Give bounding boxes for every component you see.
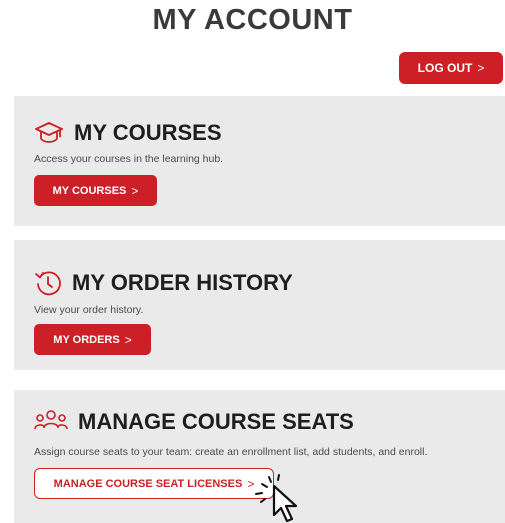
my-courses-description: Access your courses in the learning hub. bbox=[34, 153, 224, 165]
logout-button[interactable]: LOG OUT > bbox=[399, 52, 503, 84]
my-courses-card: MY COURSES Access your courses in the le… bbox=[14, 96, 505, 226]
my-courses-button[interactable]: MY COURSES > bbox=[34, 175, 157, 206]
team-people-icon bbox=[34, 409, 68, 435]
page-title: MY ACCOUNT bbox=[152, 4, 353, 36]
manage-seats-heading: MANAGE COURSE SEATS bbox=[34, 409, 354, 435]
manage-seats-description: Assign course seats to your team: create… bbox=[34, 446, 428, 458]
order-history-title: MY ORDER HISTORY bbox=[72, 270, 293, 295]
my-courses-title: MY COURSES bbox=[74, 120, 222, 145]
my-courses-heading: MY COURSES bbox=[34, 120, 222, 146]
my-orders-button[interactable]: MY ORDERS > bbox=[34, 324, 151, 355]
chevron-right-icon: > bbox=[124, 332, 132, 347]
order-history-description: View your order history. bbox=[34, 304, 144, 316]
manage-seats-title: MANAGE COURSE SEATS bbox=[78, 409, 354, 434]
order-history-heading: MY ORDER HISTORY bbox=[34, 269, 293, 297]
manage-seat-licenses-button-label: MANAGE COURSE SEAT LICENSES bbox=[53, 477, 243, 490]
chevron-right-icon: > bbox=[477, 61, 485, 75]
history-clock-icon bbox=[34, 269, 62, 297]
my-orders-button-label: MY ORDERS bbox=[53, 333, 120, 346]
logout-button-label: LOG OUT bbox=[417, 61, 473, 75]
my-courses-button-label: MY COURSES bbox=[52, 184, 127, 197]
graduation-cap-icon bbox=[34, 121, 64, 145]
chevron-right-icon: > bbox=[131, 183, 139, 198]
pointer-cursor-icon bbox=[255, 474, 298, 523]
manage-seat-licenses-button[interactable]: MANAGE COURSE SEAT LICENSES > bbox=[34, 468, 274, 499]
order-history-card: MY ORDER HISTORY View your order history… bbox=[14, 240, 505, 370]
